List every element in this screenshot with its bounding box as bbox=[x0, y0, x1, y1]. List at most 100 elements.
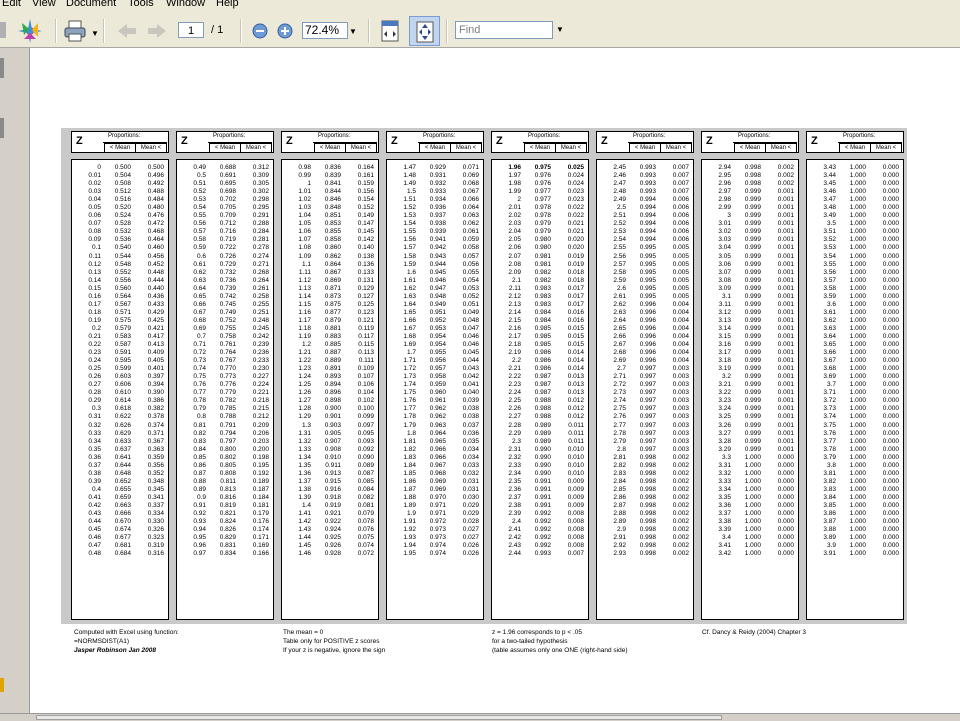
beyond-mean-value: 0.171 bbox=[252, 534, 269, 542]
beyond-mean-value: 0.001 bbox=[777, 397, 794, 405]
beyond-mean-value: 0.312 bbox=[252, 164, 269, 171]
z-value: 2.17 bbox=[508, 332, 521, 340]
beyond-mean-value: 0.002 bbox=[672, 501, 689, 509]
z-value: 1.65 bbox=[403, 308, 416, 316]
table-row: 2.79 0.997 0.003 bbox=[597, 438, 693, 446]
table-row: 3.16 0.999 0.001 bbox=[702, 341, 798, 349]
table-row: 1.51 0.934 0.066 bbox=[387, 196, 483, 204]
table-row: 3.53 1.000 0.000 bbox=[807, 244, 903, 252]
less-than-mean-value: 0.987 bbox=[534, 389, 551, 397]
less-than-mean-value: 0.988 bbox=[534, 397, 551, 405]
table-row: 2.46 0.993 0.007 bbox=[597, 172, 693, 180]
less-than-mean-value: 0.997 bbox=[639, 421, 656, 429]
z-value: 0.21 bbox=[88, 332, 101, 340]
table-row: 3.25 0.999 0.001 bbox=[702, 413, 798, 421]
z-value: 1.97 bbox=[508, 172, 521, 180]
table-row: 2.84 0.998 0.002 bbox=[597, 478, 693, 486]
panel-tab-icon[interactable] bbox=[0, 678, 4, 692]
less-than-mean-value: 0.994 bbox=[639, 220, 656, 228]
table-row: 1.2 0.885 0.115 bbox=[282, 341, 378, 349]
table-row: 3.13 0.999 0.001 bbox=[702, 317, 798, 325]
z-value: 3.32 bbox=[718, 469, 731, 477]
table-row: 2.57 0.995 0.005 bbox=[597, 261, 693, 269]
beyond-mean-value: 0.258 bbox=[252, 292, 269, 300]
less-than-mean-value: 0.560 bbox=[114, 284, 131, 292]
table-row: 3.58 1.000 0.000 bbox=[807, 285, 903, 293]
z-value: 2.63 bbox=[613, 308, 626, 316]
fit-page-button[interactable] bbox=[409, 16, 440, 46]
previous-page-icon[interactable] bbox=[117, 23, 137, 39]
less-than-mean-value: 0.990 bbox=[534, 461, 551, 469]
z-value: 3.19 bbox=[718, 365, 731, 373]
beyond-mean-value: 0.000 bbox=[882, 389, 899, 397]
menu-window[interactable]: Window bbox=[166, 0, 205, 9]
table-row: 0.51 0.695 0.305 bbox=[177, 180, 273, 188]
beyond-mean-value: 0.000 bbox=[777, 453, 794, 461]
less-than-mean-value: 0.936 bbox=[429, 204, 446, 212]
less-than-mean-value: 1.000 bbox=[744, 461, 761, 469]
menu-tools[interactable]: Tools bbox=[128, 0, 154, 9]
navigation-panel[interactable] bbox=[0, 48, 30, 716]
less-than-mean-value: 0.952 bbox=[429, 316, 446, 324]
less-than-mean-value: 0.663 bbox=[114, 501, 131, 509]
beyond-mean-value: 0.025 bbox=[567, 164, 584, 171]
panel-tab-icon[interactable] bbox=[0, 118, 4, 138]
zoom-dropdown-icon[interactable]: ▼ bbox=[349, 27, 357, 36]
less-than-mean-value: 1.000 bbox=[849, 381, 866, 389]
table-row: 3.35 1.000 0.000 bbox=[702, 494, 798, 502]
adobe-logo-icon[interactable] bbox=[16, 17, 44, 45]
less-than-mean-value: 0.992 bbox=[534, 518, 551, 526]
beyond-mean-value: 0.028 bbox=[462, 518, 479, 526]
table-row: 3.38 1.000 0.000 bbox=[702, 518, 798, 526]
zoom-in-icon[interactable] bbox=[277, 23, 293, 39]
table-row: 3.11 0.999 0.001 bbox=[702, 301, 798, 309]
z-value: 2.05 bbox=[508, 236, 521, 244]
z-value: 1.58 bbox=[403, 252, 416, 260]
chevron-down-icon[interactable]: ▼ bbox=[91, 29, 99, 38]
beyond-mean-value: 0.000 bbox=[882, 332, 899, 340]
z-value: 0.69 bbox=[193, 324, 206, 332]
less-than-mean-value: 0.986 bbox=[534, 357, 551, 365]
panel-tab-icon[interactable] bbox=[0, 58, 4, 78]
zoom-out-icon[interactable] bbox=[252, 23, 268, 39]
z-value: 1.75 bbox=[403, 389, 416, 397]
z-value: 2.39 bbox=[508, 510, 521, 518]
menu-document[interactable]: Document bbox=[66, 0, 116, 9]
table-row: 3.22 0.999 0.001 bbox=[702, 389, 798, 397]
page-number-input[interactable]: 1 bbox=[178, 22, 204, 38]
less-than-mean-value: 0.999 bbox=[744, 405, 761, 413]
less-than-mean-value: 0.998 bbox=[639, 461, 656, 469]
beyond-mean-value: 0.016 bbox=[567, 316, 584, 324]
scrollbar-thumb[interactable] bbox=[36, 715, 722, 720]
less-than-mean-value: 0.996 bbox=[639, 324, 656, 332]
table-row: 0.28 0.610 0.390 bbox=[72, 389, 168, 397]
table-row: 2.89 0.998 0.002 bbox=[597, 518, 693, 526]
find-dropdown-icon[interactable]: ▼ bbox=[556, 25, 564, 34]
menu-help[interactable]: Help bbox=[216, 0, 239, 9]
table-row: 0.69 0.755 0.245 bbox=[177, 325, 273, 333]
less-than-mean-value: 1.000 bbox=[849, 308, 866, 316]
printer-icon[interactable] bbox=[63, 19, 89, 43]
beyond-mean-value: 0.099 bbox=[357, 413, 374, 421]
zoom-level-field[interactable]: 72.4% bbox=[302, 22, 348, 39]
next-page-icon[interactable] bbox=[147, 23, 167, 39]
less-than-mean-value: 0.770 bbox=[219, 365, 236, 373]
table-row: 1.74 0.959 0.041 bbox=[387, 381, 483, 389]
menu-edit[interactable]: Edit bbox=[2, 0, 21, 9]
find-input[interactable]: Find bbox=[455, 21, 553, 39]
fit-width-icon[interactable] bbox=[380, 20, 400, 42]
z-value: 0.58 bbox=[193, 236, 206, 244]
table-row: 2.45 0.993 0.007 bbox=[597, 164, 693, 172]
proportions-header: Proportions: bbox=[213, 133, 246, 139]
toolbar-partial-icon[interactable] bbox=[0, 22, 6, 38]
table-row: 0.78 0.782 0.218 bbox=[177, 397, 273, 405]
z-value: 2.5 bbox=[616, 204, 626, 212]
beyond-mean-value: 0.003 bbox=[672, 397, 689, 405]
table-row: 0.15 0.560 0.440 bbox=[72, 285, 168, 293]
z-value: 2.85 bbox=[613, 485, 626, 493]
beyond-mean-value: 0.000 bbox=[882, 212, 899, 220]
z-value: 2.71 bbox=[613, 373, 626, 381]
menu-view[interactable]: View bbox=[32, 0, 56, 9]
less-than-mean-value: 0.681 bbox=[114, 542, 131, 550]
less-than-mean-value: 0.764 bbox=[219, 349, 236, 357]
